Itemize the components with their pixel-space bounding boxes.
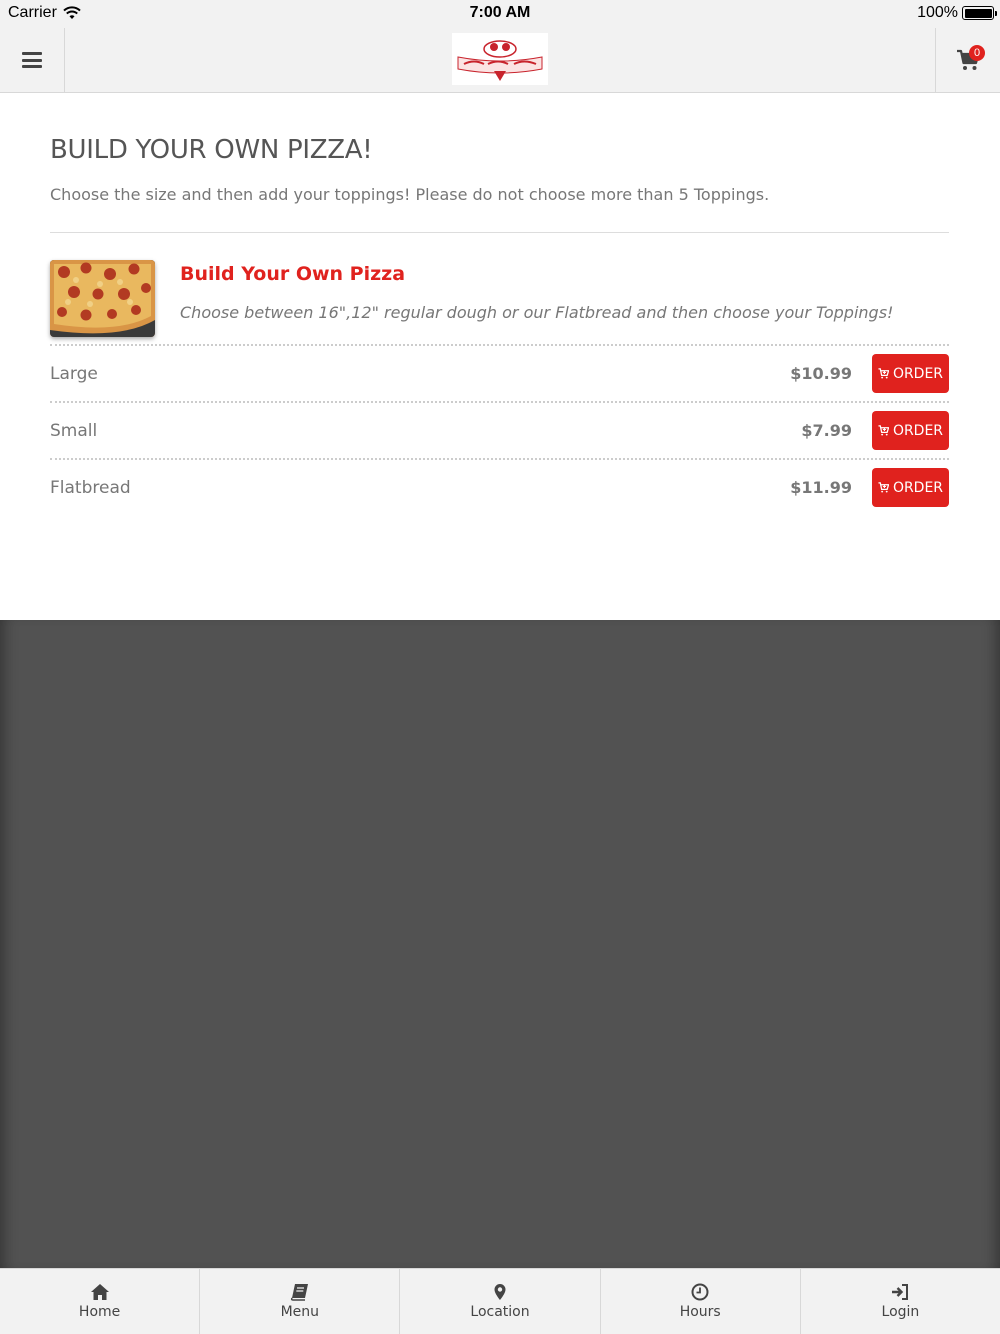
clock-icon bbox=[691, 1283, 709, 1301]
battery-indicator: 100% bbox=[917, 4, 997, 22]
sign-in-icon bbox=[892, 1284, 909, 1300]
order-button-large[interactable]: ORDER bbox=[872, 354, 949, 393]
menu-content: BUILD YOUR OWN PIZZA! Choose the size an… bbox=[0, 93, 1000, 620]
order-button-label: ORDER bbox=[892, 479, 944, 496]
restaurant-logo[interactable] bbox=[452, 33, 548, 85]
hamburger-icon bbox=[22, 52, 42, 68]
status-bar: Carrier 7:00 AM 100% bbox=[0, 0, 1000, 28]
cart-plus-icon bbox=[878, 425, 889, 436]
option-name: Flatbread bbox=[50, 478, 131, 498]
tab-label: Hours bbox=[679, 1304, 721, 1320]
option-row-flatbread: Flatbread $11.99 ORDER bbox=[50, 458, 949, 515]
order-button-small[interactable]: ORDER bbox=[872, 411, 949, 450]
cart-plus-icon bbox=[878, 482, 889, 493]
status-time: 7:00 AM bbox=[469, 4, 531, 21]
tab-login[interactable]: Login bbox=[801, 1269, 1000, 1334]
cart-button[interactable] bbox=[935, 28, 1000, 92]
pizza-image[interactable] bbox=[50, 260, 155, 337]
page-description: Choose the size and then add your toppin… bbox=[50, 185, 770, 204]
page-background bbox=[0, 620, 1000, 1268]
tab-hours[interactable]: Hours bbox=[601, 1269, 801, 1334]
item-description: Choose between 16",12" regular dough or … bbox=[180, 303, 894, 322]
battery-icon bbox=[962, 6, 997, 20]
tab-label: Home bbox=[78, 1304, 121, 1320]
home-icon bbox=[90, 1284, 109, 1300]
cart-plus-icon bbox=[878, 368, 889, 379]
tab-label: Location bbox=[470, 1304, 530, 1320]
map-pin-icon bbox=[494, 1284, 506, 1300]
logo-image bbox=[457, 40, 543, 81]
option-price: $10.99 bbox=[790, 364, 852, 383]
option-price: $11.99 bbox=[790, 478, 852, 497]
book-icon bbox=[290, 1284, 308, 1301]
page-title: BUILD YOUR OWN PIZZA! bbox=[50, 135, 373, 165]
option-name: Small bbox=[50, 421, 98, 441]
option-row-large: Large $10.99 ORDER bbox=[50, 344, 949, 401]
item-name[interactable]: Build Your Own Pizza bbox=[180, 263, 405, 285]
menu-button[interactable] bbox=[0, 28, 65, 92]
option-price: $7.99 bbox=[801, 421, 852, 440]
option-name: Large bbox=[50, 364, 98, 384]
order-button-label: ORDER bbox=[892, 365, 944, 382]
order-button-label: ORDER bbox=[892, 422, 944, 439]
section-divider bbox=[50, 232, 949, 233]
tab-label: Login bbox=[881, 1304, 920, 1320]
cart-count-badge: 0 bbox=[969, 45, 985, 61]
tab-location[interactable]: Location bbox=[400, 1269, 601, 1334]
order-button-flatbread[interactable]: ORDER bbox=[872, 468, 949, 507]
bottom-tab-bar: Home Menu Location Hours Login bbox=[0, 1268, 1000, 1334]
tab-home[interactable]: Home bbox=[0, 1269, 201, 1334]
tab-label: Menu bbox=[280, 1304, 320, 1320]
battery-percent: 100% bbox=[917, 4, 958, 21]
option-row-small: Small $7.99 ORDER bbox=[50, 401, 949, 458]
pepperoni-pizza-icon bbox=[50, 260, 155, 337]
tab-menu[interactable]: Menu bbox=[200, 1269, 401, 1334]
app-header: 0 bbox=[0, 28, 1000, 93]
